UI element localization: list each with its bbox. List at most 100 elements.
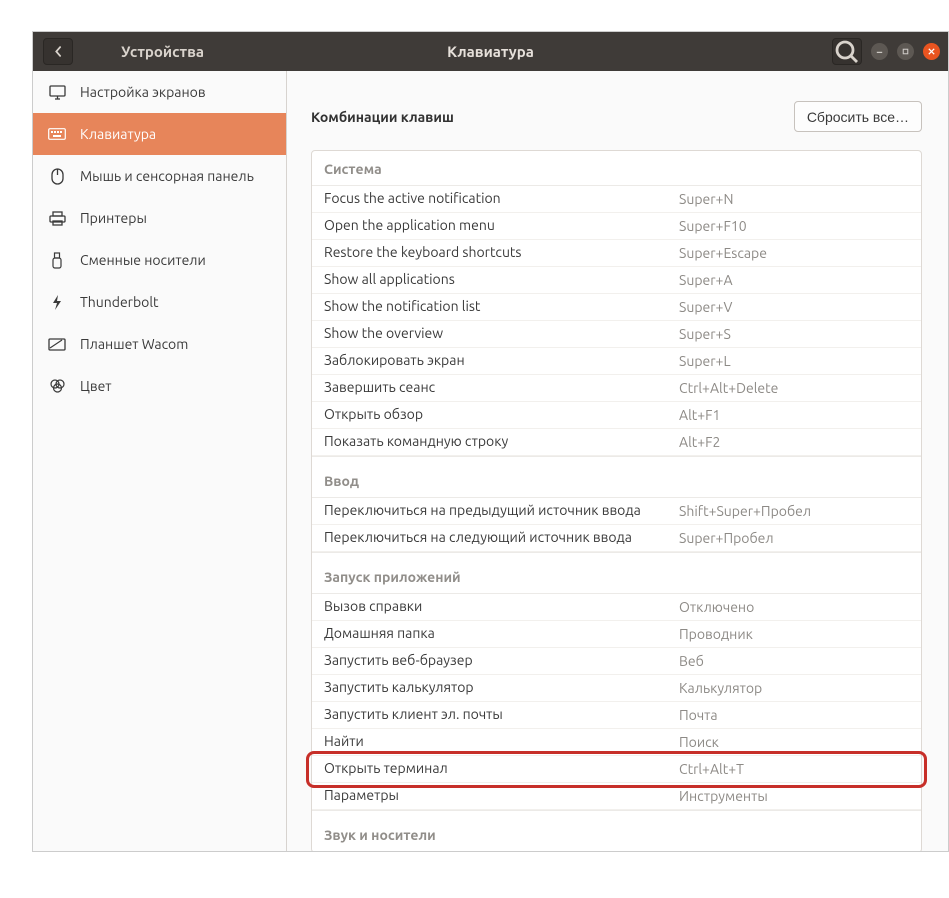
shortcut-row[interactable]: ПараметрыИнструменты [312, 783, 921, 810]
shortcut-keys: Калькулятор [679, 680, 909, 696]
shortcut-keys: Super+F10 [679, 218, 909, 234]
titlebar-section-title: Устройства [121, 43, 204, 60]
shortcut-row[interactable]: Открыть терминалCtrl+Alt+T [312, 756, 921, 783]
sidebar-item-thunderbolt[interactable]: Thunderbolt [33, 281, 286, 323]
shortcut-row[interactable]: Домашняя папкаПроводник [312, 621, 921, 648]
sidebar-item-keyboard[interactable]: Клавиатура [33, 113, 286, 155]
shortcut-keys: Super+N [679, 191, 909, 207]
shortcut-keys: Ctrl+Alt+Delete [679, 380, 909, 396]
search-button[interactable] [832, 38, 862, 65]
maximize-button[interactable] [897, 43, 914, 60]
sidebar-item-printers[interactable]: Принтеры [33, 197, 286, 239]
sidebar-item-label: Настройка экранов [80, 84, 206, 100]
shortcut-label: Заблокировать экран [324, 352, 679, 370]
section-header: Система [312, 151, 921, 186]
sidebar-item-wacom[interactable]: Планшет Wacom [33, 323, 286, 365]
shortcut-keys: Super+S [679, 326, 909, 342]
shortcut-keys: Super+A [679, 272, 909, 288]
shortcut-row[interactable]: Restore the keyboard shortcutsSuper+Esca… [312, 240, 921, 267]
shortcut-row[interactable]: НайтиПоиск [312, 729, 921, 756]
shortcut-row[interactable]: Show the overviewSuper+S [312, 321, 921, 348]
thunderbolt-icon [48, 293, 66, 311]
shortcut-row[interactable]: Запустить клиент эл. почтыПочта [312, 702, 921, 729]
settings-window: Устройства Клавиатура Настройка экранов К… [32, 31, 949, 852]
shortcut-row[interactable]: Переключиться на следующий источник ввод… [312, 525, 921, 552]
shortcut-label: Запустить калькулятор [324, 679, 679, 697]
section-header: Запуск приложений [312, 552, 921, 594]
shortcut-label: Open the application menu [324, 217, 679, 235]
shortcut-label: Завершить сеанс [324, 379, 679, 397]
shortcut-label: Show all applications [324, 271, 679, 289]
shortcut-keys: Super+Escape [679, 245, 909, 261]
mouse-icon [48, 167, 66, 185]
shortcuts-panel: СистемаFocus the active notificationSupe… [311, 150, 922, 851]
shortcut-label: Параметры [324, 787, 679, 805]
keyboard-icon [48, 125, 66, 143]
titlebar-page-title: Клавиатура [447, 43, 534, 60]
shortcut-keys: Super+Пробел [679, 530, 909, 546]
shortcut-row[interactable]: Focus the active notificationSuper+N [312, 186, 921, 213]
shortcut-row[interactable]: Show the notification listSuper+V [312, 294, 921, 321]
shortcut-label: Запустить веб-браузер [324, 652, 679, 670]
page-header: Комбинации клавиш Сбросить все… [311, 101, 922, 132]
shortcut-label: Открыть терминал [324, 760, 679, 778]
sidebar-item-label: Планшет Wacom [80, 336, 188, 352]
shortcut-label: Домашняя папка [324, 625, 679, 643]
sidebar-item-label: Мышь и сенсорная панель [80, 168, 254, 184]
shortcut-keys: Super+L [679, 353, 909, 369]
shortcut-keys: Почта [679, 707, 909, 723]
printer-icon [48, 209, 66, 227]
color-icon [48, 377, 66, 395]
shortcut-keys: Alt+F2 [679, 434, 909, 450]
page-title: Комбинации клавиш [311, 109, 454, 125]
sidebar-item-mouse[interactable]: Мышь и сенсорная панель [33, 155, 286, 197]
shortcut-row[interactable]: Запустить калькуляторКалькулятор [312, 675, 921, 702]
minimize-button[interactable] [871, 43, 888, 60]
sidebar-item-label: Сменные носители [80, 252, 206, 268]
close-button[interactable] [923, 43, 940, 60]
shortcut-row[interactable]: Переключиться на предыдущий источник вво… [312, 498, 921, 525]
section-header: Ввод [312, 456, 921, 498]
titlebar-controls [832, 38, 948, 65]
shortcut-label: Show the overview [324, 325, 679, 343]
shortcut-keys: Super+V [679, 299, 909, 315]
shortcut-keys: Alt+F1 [679, 407, 909, 423]
minimize-icon [875, 47, 884, 56]
close-icon [927, 47, 936, 56]
shortcut-row[interactable]: Заблокировать экранSuper+L [312, 348, 921, 375]
section-header: Звук и носители [312, 810, 921, 851]
shortcut-keys: Ctrl+Alt+T [679, 761, 909, 777]
titlebar: Устройства Клавиатура [33, 32, 948, 71]
shortcut-row[interactable]: Завершить сеансCtrl+Alt+Delete [312, 375, 921, 402]
reset-all-button[interactable]: Сбросить все… [794, 101, 922, 132]
shortcut-row[interactable]: Открыть обзорAlt+F1 [312, 402, 921, 429]
back-button[interactable] [43, 38, 73, 65]
window-body: Настройка экранов Клавиатура Мышь и сенсор… [33, 71, 948, 851]
shortcut-label: Найти [324, 733, 679, 751]
sidebar-item-displays[interactable]: Настройка экранов [33, 71, 286, 113]
content-area: Комбинации клавиш Сбросить все… СистемаF… [287, 71, 948, 851]
display-icon [48, 83, 66, 101]
search-icon [833, 38, 861, 66]
shortcut-label: Переключиться на предыдущий источник вво… [324, 502, 679, 520]
tablet-icon [48, 335, 66, 353]
shortcut-row[interactable]: Вызов справкиОтключено [312, 594, 921, 621]
sidebar-item-removable[interactable]: Сменные носители [33, 239, 286, 281]
shortcut-row[interactable]: Show all applicationsSuper+A [312, 267, 921, 294]
sidebar: Настройка экранов Клавиатура Мышь и сенсор… [33, 71, 287, 851]
shortcut-keys: Поиск [679, 734, 909, 750]
sidebar-item-label: Цвет [80, 378, 112, 394]
shortcut-keys: Отключено [679, 599, 909, 615]
shortcut-row[interactable]: Open the application menuSuper+F10 [312, 213, 921, 240]
shortcut-label: Show the notification list [324, 298, 679, 316]
shortcut-row[interactable]: Показать командную строкуAlt+F2 [312, 429, 921, 456]
shortcut-row[interactable]: Запустить веб-браузерВеб [312, 648, 921, 675]
sidebar-item-color[interactable]: Цвет [33, 365, 286, 407]
sidebar-item-label: Thunderbolt [80, 294, 159, 310]
shortcut-label: Открыть обзор [324, 406, 679, 424]
maximize-icon [901, 47, 910, 56]
shortcut-label: Показать командную строку [324, 433, 679, 451]
usb-icon [48, 251, 66, 269]
chevron-left-icon [53, 46, 64, 57]
sidebar-item-label: Клавиатура [80, 126, 156, 142]
